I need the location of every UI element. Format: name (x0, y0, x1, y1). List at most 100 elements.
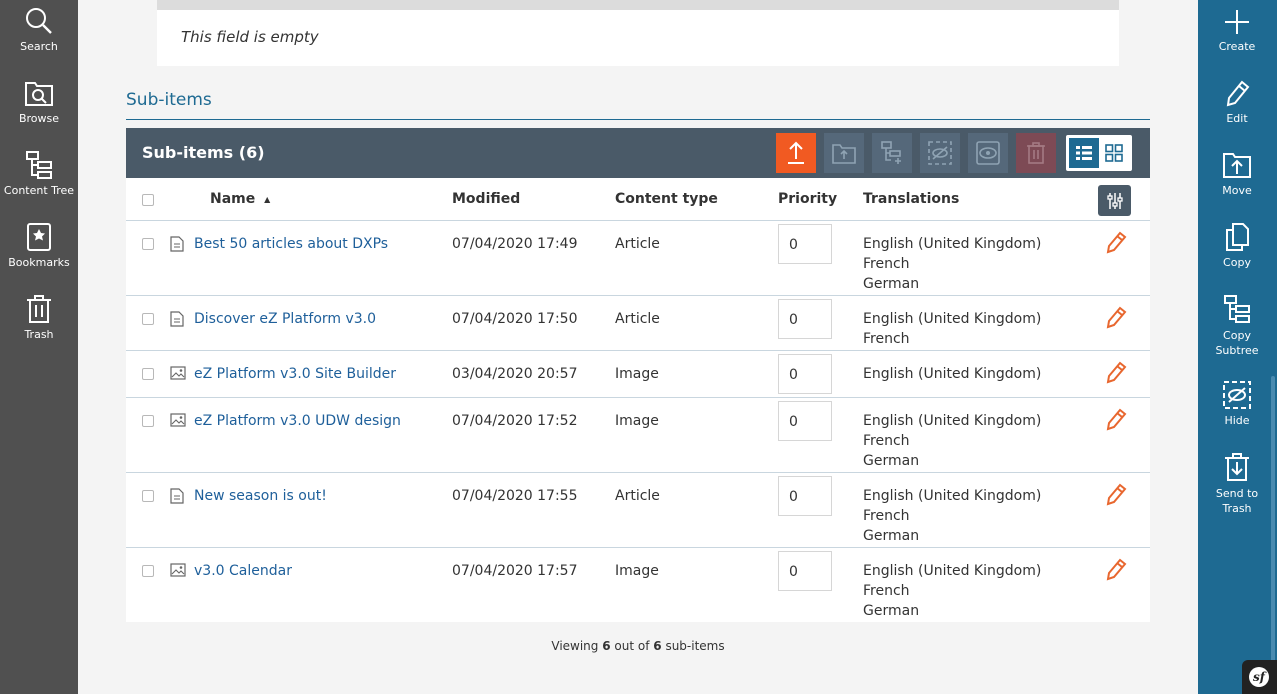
priority-input[interactable]: 0 (778, 224, 832, 264)
sidebar-item-content-tree[interactable]: Content Tree (0, 150, 78, 197)
row-checkbox[interactable] (142, 565, 154, 577)
hide-selected-button[interactable] (920, 133, 960, 173)
search-icon (26, 8, 52, 34)
item-name-link[interactable]: eZ Platform v3.0 UDW design (194, 413, 401, 429)
content-tree-icon (26, 151, 52, 179)
item-name-link[interactable]: Discover eZ Platform v3.0 (194, 311, 376, 327)
edit-pencil-icon[interactable] (1102, 482, 1128, 508)
translation-language: French (863, 256, 910, 272)
move-selected-button[interactable] (824, 133, 864, 173)
content-type: Article (615, 311, 660, 327)
column-header-label: Name (210, 191, 256, 207)
content-type: Article (615, 236, 660, 252)
grid-view-icon (1105, 144, 1123, 162)
edit-pencil-icon[interactable] (1102, 305, 1128, 331)
priority-input[interactable]: 0 (778, 299, 832, 339)
action-send-to-trash[interactable]: Send to Trash (1198, 452, 1276, 516)
row-checkbox[interactable] (142, 415, 154, 427)
row-checkbox[interactable] (142, 238, 154, 250)
shown-count: 6 (602, 639, 611, 653)
add-location-button[interactable] (872, 133, 912, 173)
action-hide[interactable]: Hide (1198, 380, 1276, 427)
summary-text: out of (610, 639, 654, 653)
action-edit[interactable]: Edit (1198, 78, 1276, 125)
select-all-checkbox[interactable] (142, 194, 154, 206)
sidebar-item-label: Search (20, 40, 58, 53)
item-name-link[interactable]: New season is out! (194, 488, 327, 504)
sidebar-item-browse[interactable]: Browse (0, 78, 78, 125)
translation-language: German (863, 453, 920, 469)
action-label: Send to Trash (1215, 487, 1259, 515)
row-checkbox[interactable] (142, 368, 154, 380)
row-checkbox[interactable] (142, 313, 154, 325)
priority-input[interactable]: 0 (778, 476, 832, 516)
action-create[interactable]: Create (1198, 8, 1276, 53)
modified-date: 07/04/2020 17:55 (452, 488, 578, 504)
translation-language: English (United Kingdom) (863, 236, 1042, 252)
copy-subtree-icon (1224, 295, 1250, 323)
priority-input[interactable]: 0 (778, 354, 832, 394)
grid-view-button[interactable] (1099, 138, 1129, 168)
column-header-modified[interactable]: Modified (452, 191, 520, 207)
column-header-priority[interactable]: Priority (778, 191, 837, 207)
edit-pencil-icon[interactable] (1102, 230, 1128, 256)
table-row: eZ Platform v3.0 UDW design 07/04/2020 1… (126, 397, 1150, 472)
empty-field-text: This field is empty (181, 28, 319, 46)
modified-date: 07/04/2020 17:49 (452, 236, 578, 252)
table-row: Best 50 articles about DXPs 07/04/2020 1… (126, 220, 1150, 295)
upload-icon (788, 141, 804, 164)
action-label: Edit (1226, 112, 1248, 125)
sidebar-item-label: Browse (18, 112, 60, 125)
item-name-link[interactable]: Best 50 articles about DXPs (194, 236, 388, 252)
content-type: Article (615, 488, 660, 504)
translation-language: French (863, 433, 910, 449)
column-header-translations: Translations (863, 191, 960, 207)
sidebar-item-search[interactable]: Search (0, 6, 78, 53)
delete-selected-button[interactable] (1016, 133, 1056, 173)
scrollbar[interactable] (1271, 376, 1275, 694)
article-icon (170, 488, 184, 504)
right-sidebar: Create Edit Move Copy Copy Subtree Hide … (1198, 0, 1277, 694)
left-sidebar: Search Browse Content Tree Bookmarks Tra… (0, 0, 78, 694)
item-name-link[interactable]: eZ Platform v3.0 Site Builder (194, 366, 396, 382)
image-icon (170, 366, 186, 380)
list-view-button[interactable] (1069, 138, 1099, 168)
action-copy-subtree[interactable]: Copy Subtree (1198, 294, 1276, 358)
priority-input[interactable]: 0 (778, 551, 832, 591)
upload-button[interactable] (776, 133, 816, 173)
column-header-name[interactable]: Name ▲ (210, 191, 270, 207)
item-name-link[interactable]: v3.0 Calendar (194, 563, 292, 579)
move-icon (1223, 153, 1251, 178)
browse-icon (25, 82, 53, 106)
translation-language: English (United Kingdom) (863, 311, 1042, 327)
summary-text: Viewing (551, 639, 603, 653)
edit-pencil-icon[interactable] (1102, 407, 1128, 433)
main-content: This field is empty Sub-items Sub-items … (78, 0, 1198, 694)
add-location-icon (881, 141, 901, 164)
sidebar-item-label: Content Tree (3, 184, 75, 197)
list-view-icon (1076, 146, 1092, 160)
row-checkbox[interactable] (142, 490, 154, 502)
panel-title: Sub-items (6) (142, 143, 265, 162)
sidebar-item-label: Bookmarks (8, 256, 70, 269)
sidebar-item-bookmarks[interactable]: Bookmarks (0, 222, 78, 269)
summary-text: sub-items (661, 639, 725, 653)
translations-list: English (United Kingdom) French German (863, 486, 1041, 546)
priority-input[interactable]: 0 (778, 401, 832, 441)
empty-field-card: This field is empty (157, 0, 1119, 66)
move-icon (832, 144, 856, 164)
reveal-selected-button[interactable] (968, 133, 1008, 173)
modified-date: 07/04/2020 17:50 (452, 311, 578, 327)
eye-icon (976, 141, 1000, 165)
trash-icon (1027, 142, 1045, 164)
edit-pencil-icon[interactable] (1102, 360, 1128, 386)
action-move[interactable]: Move (1198, 150, 1276, 197)
table-settings-button[interactable] (1098, 185, 1131, 216)
symfony-toolbar-toggle[interactable]: sf (1242, 660, 1277, 694)
column-header-content-type[interactable]: Content type (615, 191, 718, 207)
action-copy[interactable]: Copy (1198, 222, 1276, 269)
translation-language: German (863, 528, 920, 544)
sidebar-item-trash[interactable]: Trash (0, 294, 78, 341)
article-icon (170, 311, 184, 327)
edit-pencil-icon[interactable] (1102, 557, 1128, 583)
